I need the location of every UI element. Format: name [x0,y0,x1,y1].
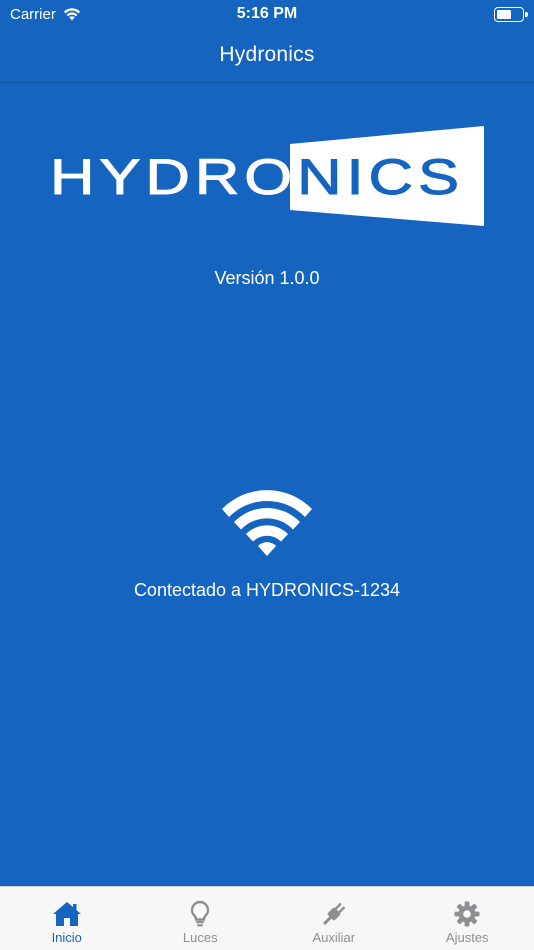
battery-icon [494,6,528,22]
status-bar: Carrier [0,0,534,28]
carrier-label: Carrier [10,5,56,23]
hydronics-logo: HYDRONICS HYDRONICS [50,126,484,226]
tab-auxiliar[interactable]: Auxiliar [267,887,401,950]
lightbulb-icon [191,900,210,927]
tab-luces[interactable]: Luces [134,887,268,950]
connection-status: Contectado a HYDRONICS-1234 [133,580,401,600]
signal-wifi-icon [63,8,81,21]
version-label: Versión 1.0.0 [214,268,320,288]
home-icon [52,902,81,926]
tab-label: Luces [182,930,218,945]
carrier-group: Carrier [10,6,82,23]
gear-icon [454,901,480,927]
tab-inicio[interactable]: Inicio [0,887,134,950]
page-title: Hydronics [219,43,315,66]
tab-ajustes[interactable]: Ajustes [401,887,534,950]
tab-label: Auxiliar [312,930,356,945]
tab-bar: Inicio Luces Auxiliar Ajustes [0,886,534,950]
wifi-icon [222,490,312,556]
battery-level [497,9,512,19]
navigation-bar: Hydronics [0,28,534,83]
plug-icon [322,902,345,925]
tab-label: Inicio [51,930,82,945]
tab-label: Ajustes [445,930,489,945]
